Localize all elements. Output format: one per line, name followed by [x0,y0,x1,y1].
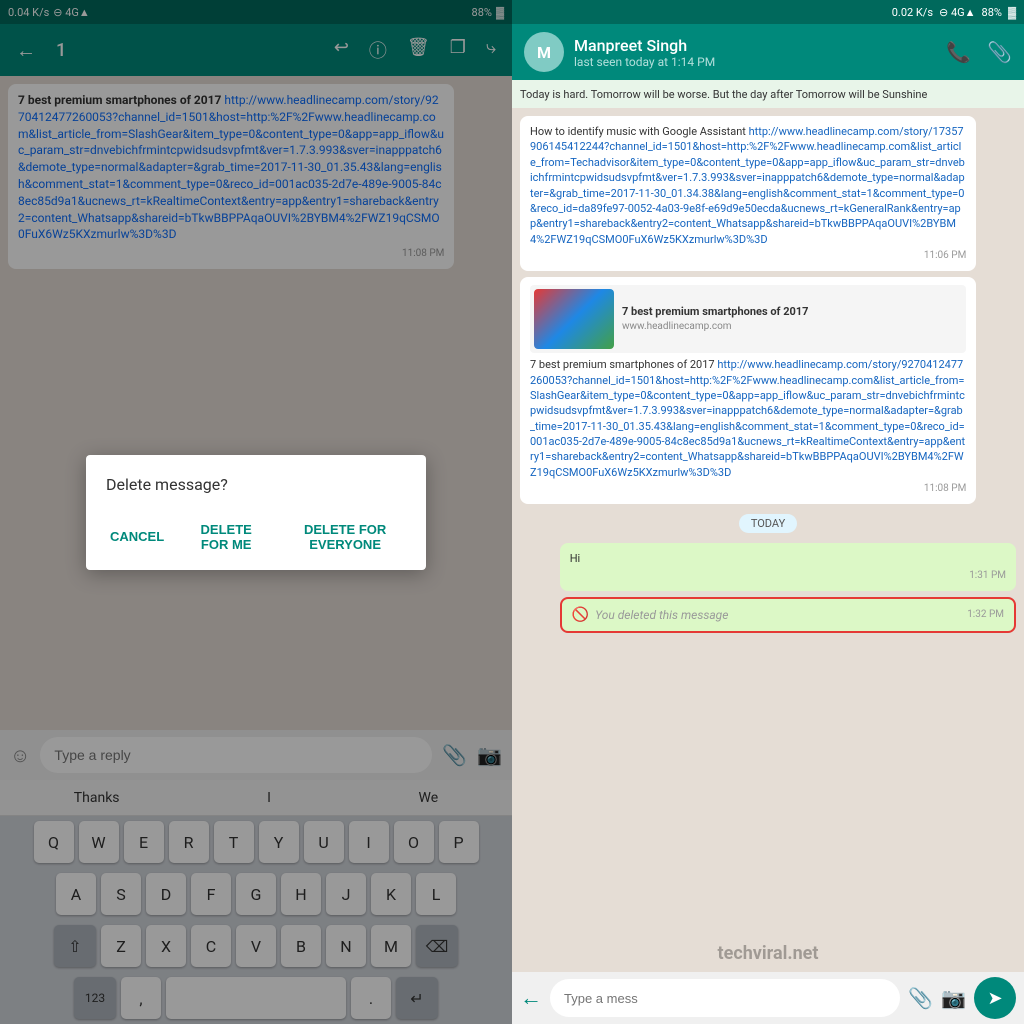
message-1-time: 11:06 PM [530,249,966,263]
avatar-letter: M [537,43,551,62]
message-1-text: How to identify music with Google Assist… [530,124,966,247]
today-badge: TODAY [739,514,797,533]
chat-header-actions: 📞 📎 [946,40,1012,64]
right-panel: 0.02 K/s ⊖ 4G▲ 88% ▓ M Manpreet Singh la… [512,0,1024,1024]
deleted-message: 🚫 You deleted this message 1:32 PM [560,597,1016,633]
right-battery-icon: ▓ [1008,6,1016,19]
message-input[interactable] [550,979,900,1017]
delete-for-me-button[interactable]: DELETE FOR ME [184,514,268,560]
call-icon[interactable]: 📞 [946,40,971,64]
dialog-title: Delete message? [106,475,406,494]
message-hi-time: 1:31 PM [570,569,1006,583]
avatar: M [524,32,564,72]
input-camera-icon[interactable]: 📷 [941,986,966,1010]
input-attachment-icon[interactable]: 📎 [908,986,933,1010]
message-2-time: 11:08 PM [530,482,966,496]
right-speed: 0.02 K/s [892,6,933,19]
right-status-bar: 0.02 K/s ⊖ 4G▲ 88% ▓ [512,0,1024,24]
delete-dialog-overlay: Delete message? CANCEL DELETE FOR ME DEL… [0,0,512,1024]
chat-messages: How to identify music with Google Assist… [512,108,1024,972]
message-1-link: http://www.headlinecamp.com/story/173579… [530,125,965,246]
message-2-link: http://www.headlinecamp.com/story/927041… [530,358,965,479]
today-divider: TODAY [520,514,1016,533]
back-arrow-icon[interactable]: ← [520,985,542,1011]
send-button[interactable]: ➤ [974,977,1016,1019]
right-battery: 88% [982,6,1002,19]
deleted-text: You deleted this message [595,608,961,622]
send-icon: ➤ [987,988,1002,1009]
delete-dialog: Delete message? CANCEL DELETE FOR ME DEL… [86,455,426,570]
delete-for-everyone-button[interactable]: DELETE FOR EVERYONE [284,514,406,560]
contact-name: Manpreet Singh [574,36,936,55]
deleted-icon: 🚫 [572,607,589,623]
paperclip-icon[interactable]: 📎 [987,40,1012,64]
chat-header-info: Manpreet Singh last seen today at 1:14 P… [574,36,936,69]
message-input-bar: ← 📎 📷 ➤ [512,972,1024,1024]
marquee-text: Today is hard. Tomorrow will be worse. B… [520,88,927,101]
message-2-text: 7 best premium smartphones of 2017 http:… [530,357,966,480]
preview-card-text: 7 best premium smartphones of 2017 www.h… [622,304,962,333]
dialog-buttons: CANCEL DELETE FOR ME DELETE FOR EVERYONE [106,514,406,560]
cancel-button[interactable]: CANCEL [106,514,168,560]
last-seen: last seen today at 1:14 PM [574,55,936,69]
deleted-time: 1:32 PM [967,609,1004,620]
marquee-bar: Today is hard. Tomorrow will be worse. B… [512,80,1024,108]
preview-image [534,289,614,349]
chat-header: M Manpreet Singh last seen today at 1:14… [512,24,1024,80]
preview-title: 7 best premium smartphones of 2017 [622,304,962,319]
message-2: 7 best premium smartphones of 2017 www.h… [520,277,976,504]
preview-url: www.headlinecamp.com [622,320,962,334]
message-1: How to identify music with Google Assist… [520,116,976,271]
message-hi-text: Hi [570,552,581,565]
message-hi: Hi 1:31 PM [560,543,1016,590]
right-signal-icon: ⊖ 4G▲ [939,6,976,19]
message-2-preview: 7 best premium smartphones of 2017 www.h… [530,285,966,353]
left-panel: 0.04 K/s ⊖ 4G▲ 88% ▓ ← 1 ↩ ⓘ 🗑 ❐ ⤷ 7 bes… [0,0,512,1024]
